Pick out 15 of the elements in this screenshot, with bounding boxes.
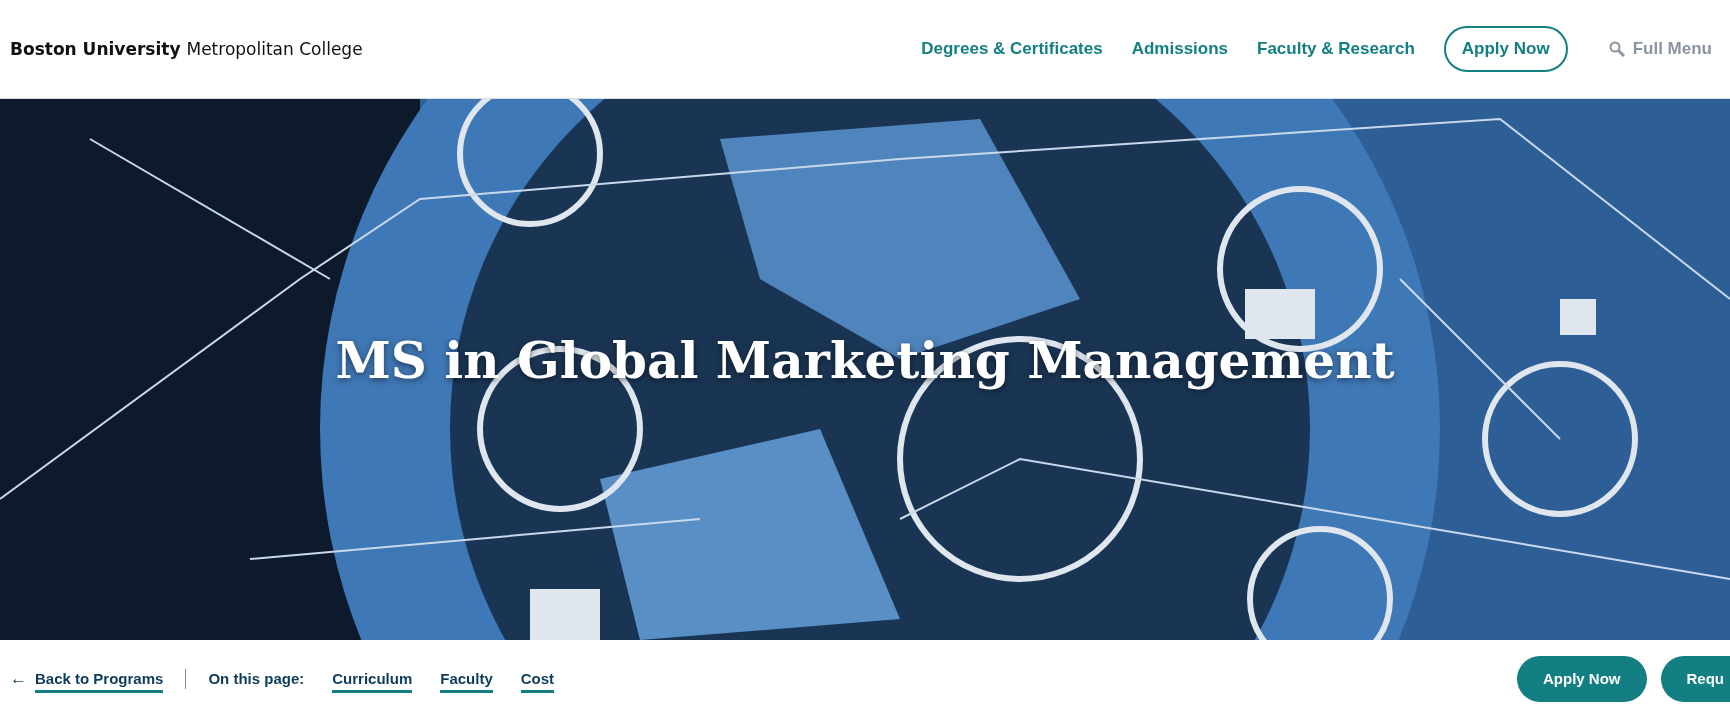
apply-button[interactable]: Apply Now — [1443, 26, 1568, 72]
request-button[interactable]: Requ — [1660, 655, 1730, 702]
search-icon — [1608, 41, 1625, 57]
nav-link[interactable]: Admissions — [1131, 39, 1229, 59]
back-link[interactable]: Back to Programs — [35, 664, 164, 693]
page-section-link[interactable]: Faculty — [440, 664, 493, 693]
back-arrow[interactable]: ← — [10, 668, 27, 689]
nav-link[interactable]: Degrees & Certificates — [921, 39, 1103, 59]
logo-text[interactable]: Metropolitan College — [186, 39, 363, 59]
page-section-link[interactable]: Curriculum — [332, 664, 413, 693]
apply-button[interactable]: Apply Now — [1517, 655, 1647, 702]
logo-text[interactable]: Boston University — [10, 39, 181, 59]
on-this-page-label: On this page: — [208, 670, 305, 687]
page-section-link[interactable]: Cost — [520, 664, 555, 693]
nav-link[interactable]: Faculty & Research — [1257, 39, 1415, 59]
